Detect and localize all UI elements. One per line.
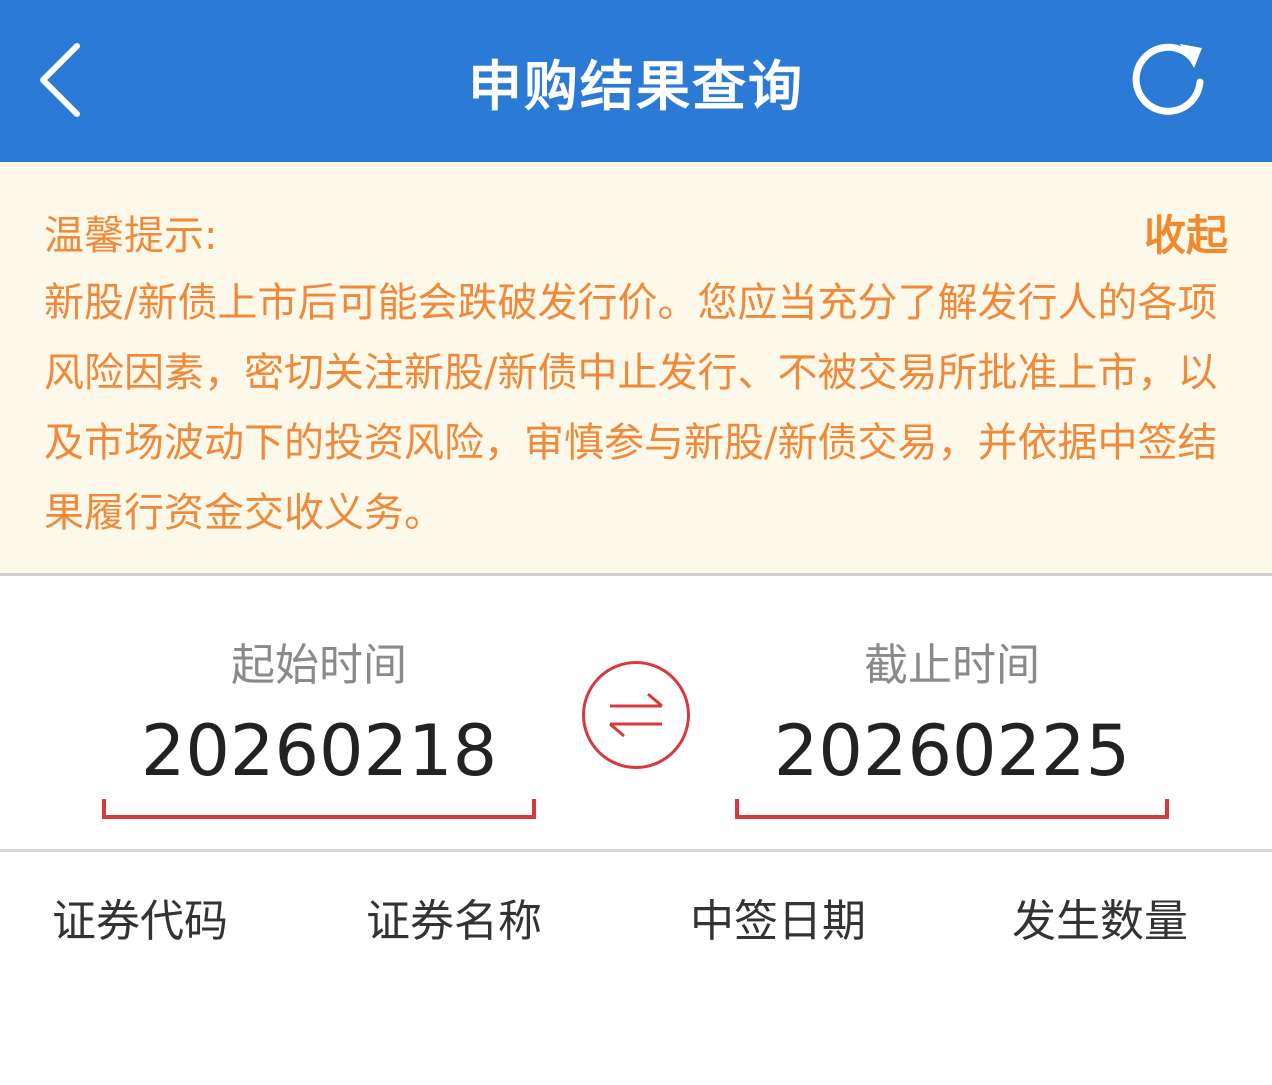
chevron-left-icon bbox=[40, 43, 80, 117]
start-date-underline bbox=[102, 799, 536, 819]
end-date-underline bbox=[735, 799, 1169, 819]
start-date-block: 起始时间 20260218 bbox=[102, 637, 536, 819]
refresh-icon bbox=[1132, 43, 1204, 115]
date-range-section: 起始时间 20260218 截止时间 20260225 bbox=[0, 579, 1272, 852]
start-date-input[interactable]: 20260218 bbox=[102, 709, 536, 793]
notice-text: 新股/新债上市后可能会跌破发行价。您应当充分了解发行人的各项风险因素，密切关注新… bbox=[44, 280, 1218, 536]
column-header-quantity: 发生数量 bbox=[1012, 896, 1188, 947]
column-header-code: 证券代码 bbox=[52, 896, 228, 947]
notice-panel: 温馨提示: 收起 新股/新债上市后可能会跌破发行价。您应当充分了解发行人的各项风… bbox=[0, 162, 1272, 576]
end-date-input[interactable]: 20260225 bbox=[735, 709, 1169, 793]
end-date-label: 截止时间 bbox=[864, 640, 1040, 691]
end-date-block: 截止时间 20260225 bbox=[735, 637, 1169, 819]
swap-arrows-icon bbox=[609, 692, 663, 738]
app-header: 申购结果查询 bbox=[0, 0, 1272, 162]
start-date-label: 起始时间 bbox=[231, 640, 407, 691]
column-header-date: 中签日期 bbox=[690, 896, 866, 947]
results-table-header: 证券代码 证券名称 中签日期 发生数量 bbox=[0, 855, 1272, 973]
refresh-button[interactable] bbox=[1120, 28, 1220, 128]
back-button[interactable] bbox=[22, 30, 98, 130]
page-title: 申购结果查询 bbox=[468, 54, 804, 118]
swap-dates-button[interactable] bbox=[582, 661, 690, 769]
notice-header: 温馨提示: 收起 bbox=[44, 202, 1228, 262]
notice-label: 温馨提示: bbox=[44, 213, 218, 259]
column-header-name: 证券名称 bbox=[366, 896, 542, 947]
collapse-button[interactable]: 收起 bbox=[1144, 202, 1228, 263]
